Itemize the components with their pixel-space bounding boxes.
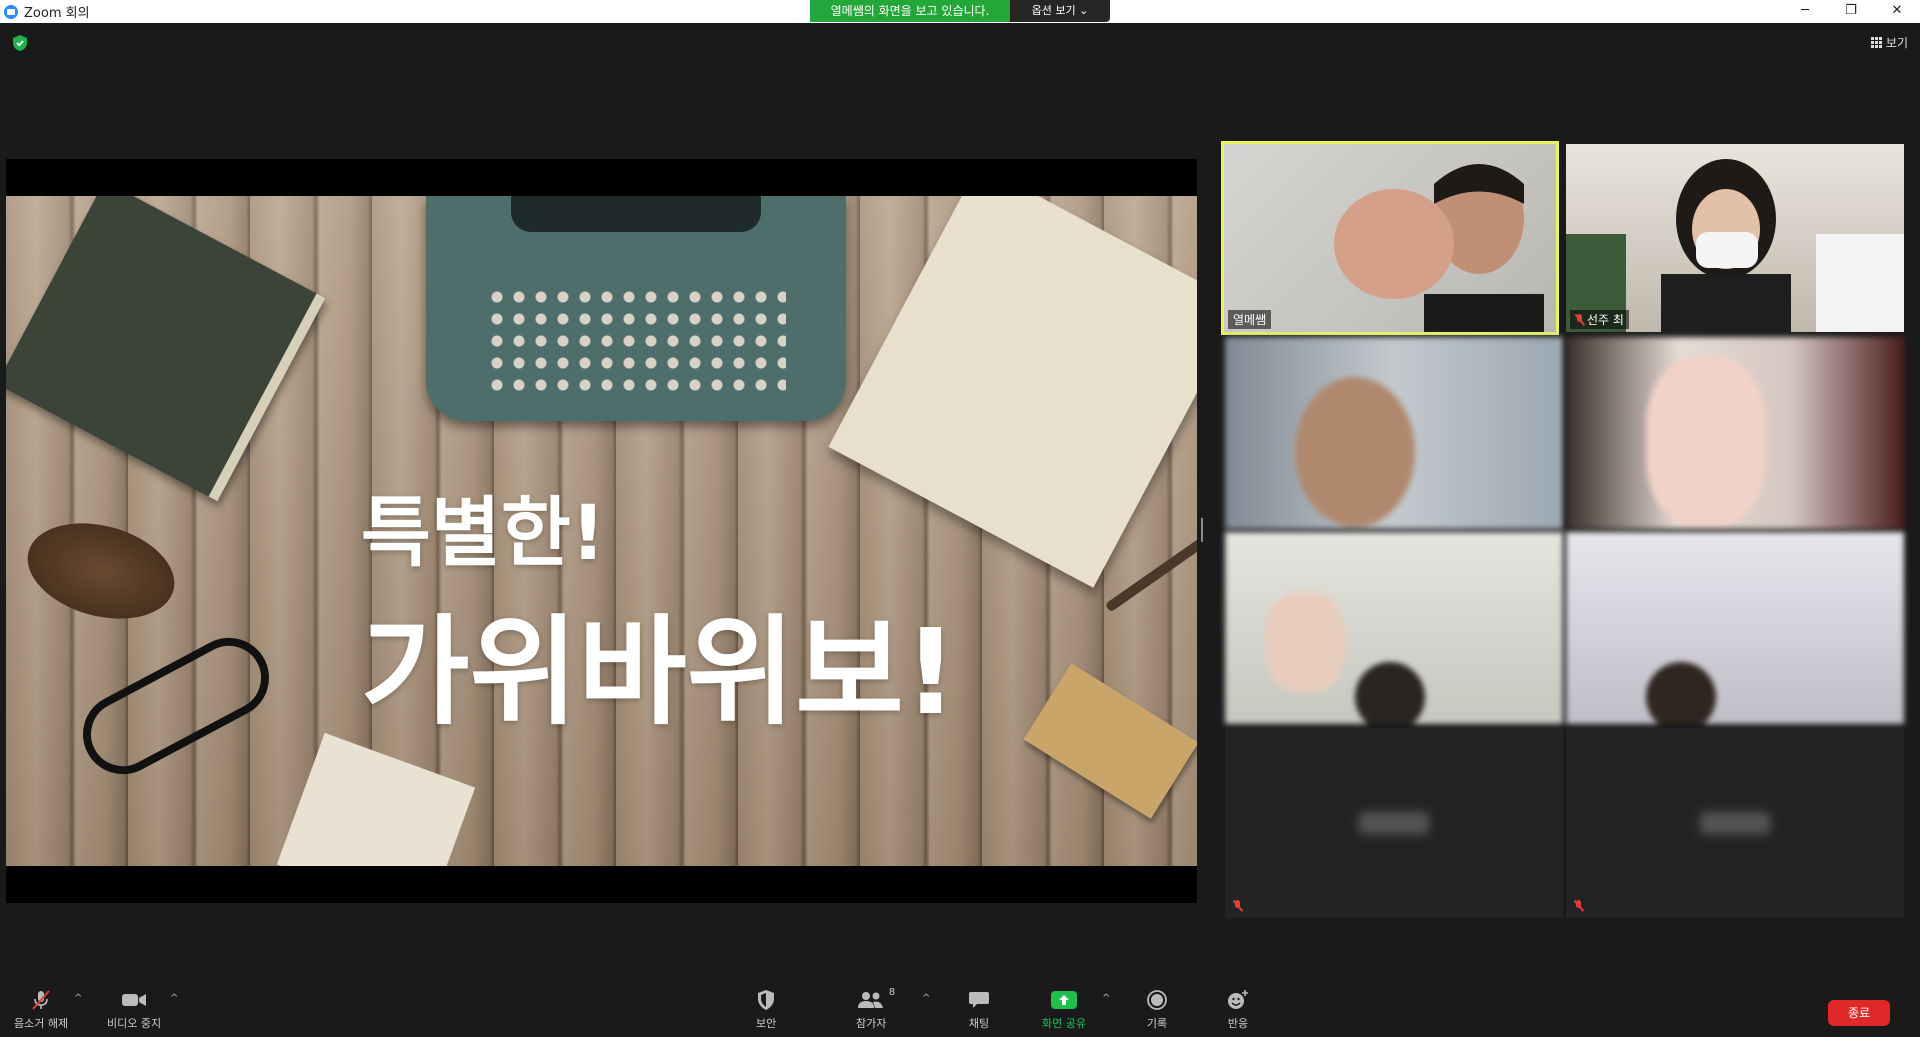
stop-video-label: 비디오 중지 (107, 1017, 162, 1030)
view-options-button[interactable]: 옵션 보기 ⌄ (1010, 0, 1110, 22)
slide-title-line2: 가위바위보! (361, 603, 958, 741)
video-tile-blurred[interactable] (1225, 532, 1563, 724)
blurred-participant-name (1700, 812, 1770, 834)
stick-image (1104, 529, 1197, 613)
muted-microphone-icon (1574, 900, 1583, 912)
video-tile-blurred[interactable] (1225, 337, 1563, 529)
zoom-logo-icon (4, 4, 18, 19)
record-label: 기록 (1146, 1017, 1168, 1030)
meeting-toolbar: 음소거 해제 ^ 비디오 중지 ^ 보안 8 참가자 ^ 채팅 화면 공유 ^ … (0, 981, 1920, 1037)
participants-label: 참가자 (856, 1017, 887, 1030)
video-tile-active-speaker[interactable]: 열메쌤 (1221, 141, 1559, 335)
video-tile-participant[interactable]: 선주 최 (1566, 144, 1904, 332)
participants-icon (858, 992, 884, 1008)
unmute-label: 음소거 해제 (14, 1017, 69, 1030)
security-shield-icon (758, 990, 775, 1010)
shared-slide: 특별한! 가위바위보! (6, 196, 1197, 866)
card-image (276, 732, 476, 866)
share-options-caret-icon[interactable]: ^ (1102, 993, 1110, 1004)
view-layout-button[interactable]: 보기 (1870, 34, 1908, 51)
encryption-shield-icon[interactable] (12, 34, 28, 52)
slide-title-line1: 특별한! (361, 488, 606, 577)
video-tile-blurred[interactable] (1566, 532, 1904, 724)
security-label: 보안 (756, 1017, 777, 1030)
reaction-smiley-icon (1228, 990, 1248, 1009)
color-slides-box (1023, 663, 1197, 819)
notebook-image (828, 196, 1197, 588)
participants-options-caret-icon[interactable]: ^ (922, 993, 930, 1004)
close-button[interactable]: ✕ (1874, 0, 1920, 23)
end-meeting-button[interactable]: 종료 (1828, 1000, 1890, 1026)
audio-options-caret-icon[interactable]: ^ (74, 993, 82, 1004)
book-image (6, 196, 326, 502)
minimize-button[interactable]: ─ (1782, 0, 1828, 23)
muted-microphone-icon (1575, 313, 1584, 326)
unmute-button[interactable]: 음소거 해제 (14, 989, 68, 1031)
participants-button[interactable]: 8 참가자 (856, 987, 895, 1031)
typewriter-image (426, 196, 846, 421)
share-screen-label: 화면 공유 (1042, 1017, 1086, 1030)
record-button[interactable]: 기록 (1146, 989, 1168, 1031)
panel-splitter-handle[interactable] (1201, 518, 1203, 542)
reactions-label: 반응 (1227, 1017, 1249, 1030)
video-tile-blurred[interactable] (1566, 337, 1904, 529)
grid-view-icon (1870, 37, 1882, 48)
blurred-participant-name (1359, 812, 1429, 834)
share-status-message: 열메쌤의 화면을 보고 있습니다. (810, 0, 1010, 22)
participant-name-tag: 열메쌤 (1228, 310, 1272, 329)
video-tile-no-video[interactable] (1566, 728, 1904, 918)
stop-video-button[interactable]: 비디오 중지 (107, 989, 161, 1031)
glasses-image (68, 623, 284, 789)
window-controls: ─ ❐ ✕ (1782, 0, 1920, 23)
security-button[interactable]: 보안 (756, 989, 776, 1031)
reactions-button[interactable]: 반응 (1226, 989, 1250, 1031)
chat-label: 채팅 (968, 1017, 990, 1030)
participant-video (1566, 159, 1904, 332)
record-icon (1147, 990, 1167, 1010)
muted-microphone-icon (1233, 900, 1242, 912)
participant-name-tag: 선주 최 (1570, 310, 1629, 329)
video-camera-icon (122, 994, 147, 1006)
maximize-button[interactable]: ❐ (1828, 0, 1874, 23)
participant-video (1334, 164, 1544, 332)
participants-count: 8 (888, 987, 896, 998)
share-screen-icon (1050, 991, 1077, 1009)
view-label: 보기 (1885, 36, 1908, 50)
pinecone-image (16, 508, 186, 634)
window-title: Zoom 회의 (24, 6, 90, 21)
chat-button[interactable]: 채팅 (968, 989, 990, 1031)
video-tile-no-video[interactable] (1225, 728, 1563, 918)
muted-microphone-icon (32, 990, 50, 1010)
chat-bubble-icon (969, 992, 989, 1008)
share-screen-button[interactable]: 화면 공유 (1042, 989, 1086, 1031)
video-options-caret-icon[interactable]: ^ (170, 993, 178, 1004)
screen-share-banner: 열메쌤의 화면을 보고 있습니다. 옵션 보기 ⌄ (810, 0, 1110, 22)
